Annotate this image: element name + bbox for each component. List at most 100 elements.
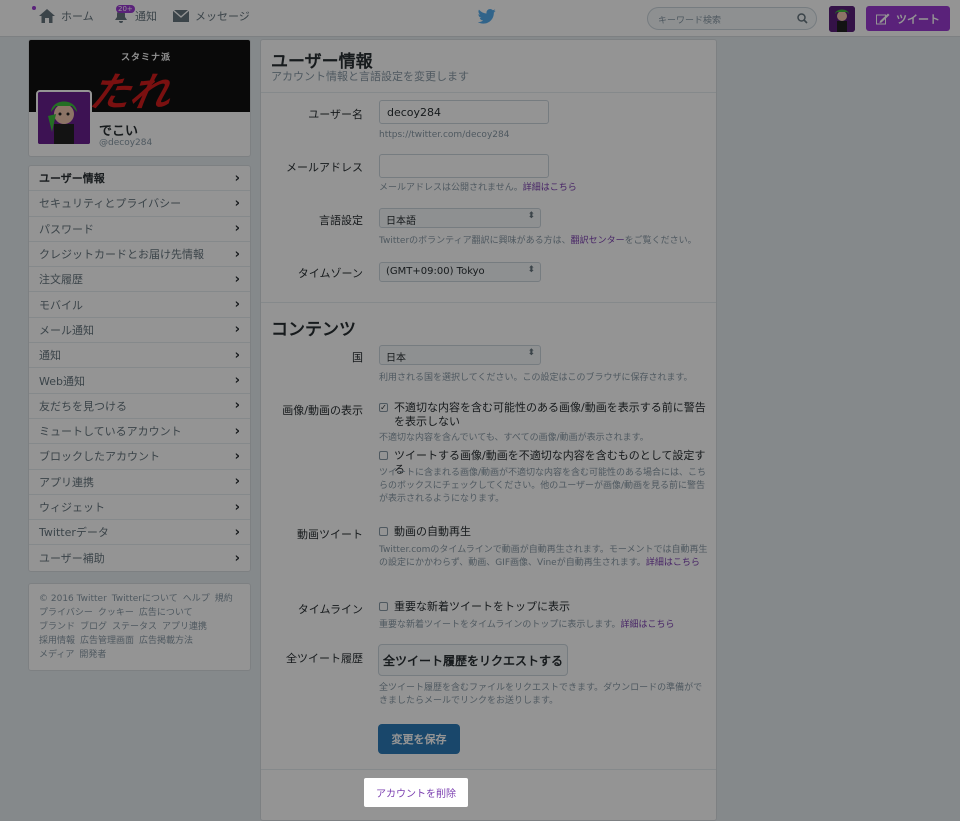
media-check2-note: ツイートに含まれる画像/動画が不適切な内容を含む可能性のある場合には、こちらのボ… [379, 468, 707, 504]
account-avatar[interactable] [829, 6, 855, 32]
home-icon [39, 9, 55, 23]
menu-item-label: Twitterデータ [39, 526, 109, 540]
menu-item-label: アプリ連携 [39, 475, 94, 489]
menu-item-apps[interactable]: アプリ連携 › [29, 470, 250, 495]
menu-item-notifications[interactable]: 通知 › [29, 343, 250, 369]
timezone-value: (GMT+09:00) Tokyo [386, 266, 485, 277]
unread-dot [32, 6, 36, 10]
footer-link[interactable]: プライバシー [39, 608, 93, 618]
menu-item-order-history[interactable]: 注文履歴 › [29, 267, 250, 293]
email-field[interactable] [379, 154, 549, 178]
archive-label: 全ツイート履歴 [286, 652, 363, 665]
menu-item-payments[interactable]: クレジットカードとお届け先情報 › [29, 242, 250, 268]
checkbox-unchecked[interactable] [379, 451, 388, 460]
menu-item-web-notifications[interactable]: Web通知 › [29, 368, 250, 394]
footer-link[interactable]: 広告について [139, 608, 193, 618]
chevron-right-icon: › [234, 499, 240, 515]
menu-item-user-info[interactable]: ユーザー情報 › [29, 166, 250, 192]
video-autoplay-checkbox[interactable]: 動画の自動再生 [379, 525, 709, 539]
menu-item-mobile[interactable]: モバイル › [29, 292, 250, 318]
menu-item-security-privacy[interactable]: セキュリティとプライバシー › [29, 191, 250, 217]
nav-notifications[interactable]: 20+ 通知 [112, 5, 157, 24]
language-select[interactable]: 日本語 ⬍ [379, 208, 541, 228]
delete-account-link[interactable]: アカウントを削除 [364, 778, 468, 807]
footer-link[interactable]: ステータス [112, 622, 157, 632]
video-details-link[interactable]: 詳細はこちら [646, 558, 700, 568]
chevron-right-icon: › [234, 373, 240, 389]
content-section-title: コンテンツ [271, 320, 356, 340]
media-check1-note: 不適切な内容を含んでいても、すべての画像/動画が表示されます。 [379, 433, 649, 443]
timeline-checkbox[interactable]: 重要な新着ツイートをトップに表示 [379, 600, 709, 614]
menu-item-blocked-accounts[interactable]: ブロックしたアカウント › [29, 444, 250, 470]
search-placeholder: キーワード検索 [658, 16, 722, 26]
country-label: 国 [352, 351, 363, 364]
email-note-text: メールアドレスは公開されません。 [379, 183, 523, 193]
menu-item-password[interactable]: パスワード › [29, 217, 250, 242]
menu-item-accessibility[interactable]: ユーザー補助 › [29, 545, 250, 570]
nav-home-label: ホーム [61, 10, 94, 23]
save-changes-button[interactable]: 変更を保存 [378, 724, 460, 754]
nav-messages[interactable]: メッセージ [172, 8, 250, 24]
footer-link[interactable]: メディア [39, 650, 74, 660]
username-field[interactable]: decoy284 [379, 100, 549, 124]
nav-notifications-label: 通知 [135, 10, 157, 23]
timeline-details-link[interactable]: 詳細はこちら [620, 620, 674, 630]
menu-item-label: クレジットカードとお届け先情報 [39, 248, 204, 262]
chevron-right-icon: › [234, 297, 240, 313]
footer-link[interactable]: ブログ [80, 622, 107, 632]
request-archive-button[interactable]: 全ツイート履歴をリクエストする [378, 644, 568, 676]
archive-note: 全ツイート履歴を含むファイルをリクエストできます。ダウンロードの準備ができました… [379, 683, 703, 706]
nav-messages-label: メッセージ [195, 10, 250, 23]
menu-item-label: ミュートしているアカウント [39, 425, 182, 439]
country-select[interactable]: 日本 ⬍ [379, 345, 541, 365]
settings-panel: ユーザー情報 アカウント情報と言語設定を変更します ユーザー名 decoy284… [260, 39, 717, 821]
footer-link[interactable]: アプリ連携 [162, 622, 207, 632]
checkbox-unchecked[interactable] [379, 602, 388, 611]
checkbox-unchecked[interactable] [379, 527, 388, 536]
footer-link[interactable]: © 2016 Twitter [39, 594, 107, 604]
email-note: メールアドレスは公開されません。詳細はこちら [379, 182, 709, 195]
footer-link[interactable]: 広告掲載方法 [139, 636, 193, 646]
timeline-note-text: 重要な新着ツイートをタイムラインのトップに表示します。 [379, 620, 621, 630]
timeline-check-label: 重要な新着ツイートをトップに表示 [394, 600, 570, 613]
profile-name[interactable]: でこい [99, 120, 138, 139]
media-warning-checkbox[interactable]: ✓ 不適切な内容を含む可能性のある画像/動画を表示する前に警告を表示しない [379, 401, 709, 429]
menu-item-email-notifications[interactable]: メール通知 › [29, 318, 250, 344]
menu-item-label: ユーザー補助 [39, 552, 105, 566]
footer-link[interactable]: 開発者 [79, 650, 106, 660]
footer-link[interactable]: 規約 [215, 594, 233, 604]
video-check-label: 動画の自動再生 [394, 525, 471, 538]
menu-item-label: 通知 [39, 349, 61, 363]
menu-item-label: Web通知 [39, 374, 85, 388]
timezone-select[interactable]: (GMT+09:00) Tokyo ⬍ [379, 262, 541, 282]
language-note-text: Twitterのボランティア翻訳に興味がある方は、 [379, 236, 571, 246]
menu-item-label: セキュリティとプライバシー [39, 197, 182, 211]
menu-item-muted-accounts[interactable]: ミュートしているアカウント › [29, 419, 250, 445]
username-label: ユーザー名 [308, 108, 363, 121]
tweet-button-label: ツイート [896, 12, 940, 26]
email-details-link[interactable]: 詳細はこちら [523, 183, 577, 193]
footer-link[interactable]: 広告管理画面 [80, 636, 134, 646]
nav-home[interactable]: ホーム [38, 8, 94, 24]
menu-item-widgets[interactable]: ウィジェット › [29, 495, 250, 521]
menu-item-find-friends[interactable]: 友だちを見つける › [29, 394, 250, 419]
footer-link[interactable]: ブランド [39, 622, 75, 632]
language-label: 言語設定 [319, 214, 363, 227]
footer-link[interactable]: クッキー [98, 608, 134, 618]
footer-link[interactable]: ヘルプ [183, 594, 210, 604]
divider [261, 302, 716, 303]
search-input[interactable]: キーワード検索 [647, 7, 817, 30]
search-icon[interactable] [797, 13, 808, 24]
select-arrows-icon: ⬍ [527, 348, 535, 358]
tweet-button[interactable]: ツイート [866, 6, 950, 31]
checkbox-checked[interactable]: ✓ [379, 403, 388, 412]
twitter-bird-icon[interactable] [478, 9, 496, 24]
translation-center-link[interactable]: 翻訳センター [571, 236, 625, 246]
footer-link[interactable]: Twitterについて [112, 594, 178, 604]
profile-card[interactable]: スタミナ派 たれ でこい @decoy284 [28, 39, 251, 157]
profile-handle[interactable]: @decoy284 [99, 138, 152, 148]
profile-avatar[interactable] [36, 90, 92, 146]
menu-item-twitter-data[interactable]: Twitterデータ › [29, 520, 250, 546]
timezone-label: タイムゾーン [297, 267, 363, 280]
footer-link[interactable]: 採用情報 [39, 636, 75, 646]
